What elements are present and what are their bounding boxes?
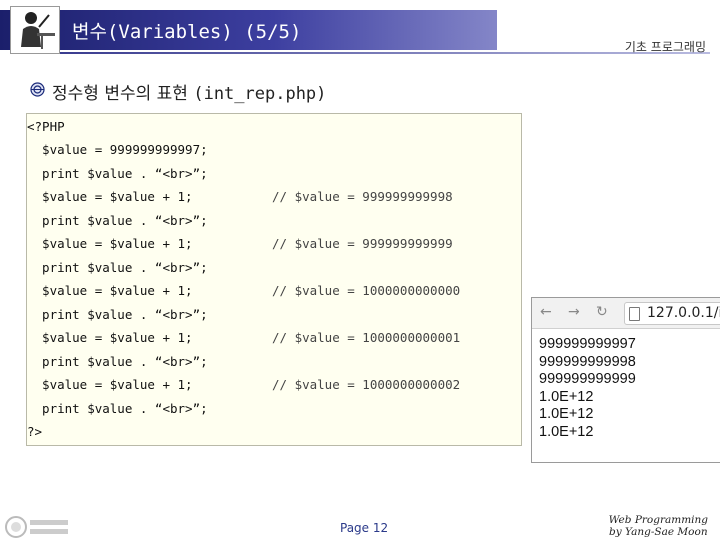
- credit-text: Web Programming by Yang-Sae Moon: [609, 514, 708, 538]
- browser-toolbar: ← → ↻ 127.0.0.1/i: [532, 298, 720, 329]
- code-line: print $value . “<br>”;: [27, 213, 208, 228]
- code-block: <?PHP $value = 999999999997; print $valu…: [26, 113, 522, 446]
- section-subtitle: 정수형 변수의 표현 (int_rep.php): [52, 79, 326, 104]
- code-line: print $value . “<br>”;: [27, 307, 208, 322]
- page-icon: [629, 307, 640, 321]
- university-logo: [4, 515, 72, 539]
- forward-arrow-icon[interactable]: →: [568, 304, 580, 320]
- php-open-tag: <?PHP: [27, 119, 65, 134]
- code-line: $value = $value + 1;: [27, 236, 193, 251]
- output-line: 1.0E+12: [539, 406, 594, 422]
- refresh-icon[interactable]: ↻: [596, 304, 608, 320]
- page-title: 변수(Variables) (5/5): [72, 21, 302, 43]
- code-line: $value = $value + 1;: [27, 330, 193, 345]
- output-line: 999999999997: [539, 336, 636, 352]
- code-line: $value = $value + 1;: [27, 377, 193, 392]
- output-line: 999999999998: [539, 353, 636, 370]
- code-line: $value = $value + 1;: [27, 283, 193, 298]
- code-line: print $value . “<br>”;: [27, 166, 208, 181]
- page-number: Page 12: [340, 521, 389, 535]
- code-line: $value = 999999999997;: [27, 142, 208, 157]
- code-comment: // $value = 1000000000002: [272, 377, 461, 392]
- credit-line-1: Web Programming: [608, 514, 708, 526]
- subtitle-korean: 정수형 변수의 표현: [52, 84, 188, 104]
- code-line: print $value . “<br>”;: [27, 260, 208, 275]
- code-comment: // $value = 999999999998: [272, 189, 453, 204]
- course-label: 기초 프로그래밍: [624, 40, 706, 54]
- code-line: $value = $value + 1;: [27, 189, 193, 204]
- output-line: 1.0E+12: [539, 423, 594, 440]
- output-line: 999999999999: [539, 371, 636, 387]
- output-line: 1.0E+12: [539, 388, 594, 405]
- code-comment: // $value = 1000000000000: [272, 283, 461, 298]
- browser-output-window: ← → ↻ 127.0.0.1/i 999999999997 999999999…: [531, 297, 720, 463]
- teacher-illustration-icon: [10, 6, 60, 54]
- code-comment: // $value = 1000000000001: [272, 330, 461, 345]
- bullet-icon: [30, 82, 45, 97]
- title-underline: [60, 52, 710, 54]
- code-line: print $value . “<br>”;: [27, 354, 208, 369]
- code-comment: // $value = 999999999999: [272, 236, 453, 251]
- address-url: 127.0.0.1/i: [647, 305, 720, 321]
- browser-page-output: 999999999997 999999999998 999999999999 1…: [539, 336, 636, 441]
- address-bar[interactable]: 127.0.0.1/i: [624, 302, 720, 325]
- code-line: print $value . “<br>”;: [27, 401, 208, 416]
- back-arrow-icon[interactable]: ←: [540, 304, 552, 320]
- credit-line-2: by Yang-Sae Moon: [609, 526, 708, 538]
- subtitle-filename: (int_rep.php): [193, 84, 327, 104]
- php-close-tag: ?>: [27, 424, 43, 439]
